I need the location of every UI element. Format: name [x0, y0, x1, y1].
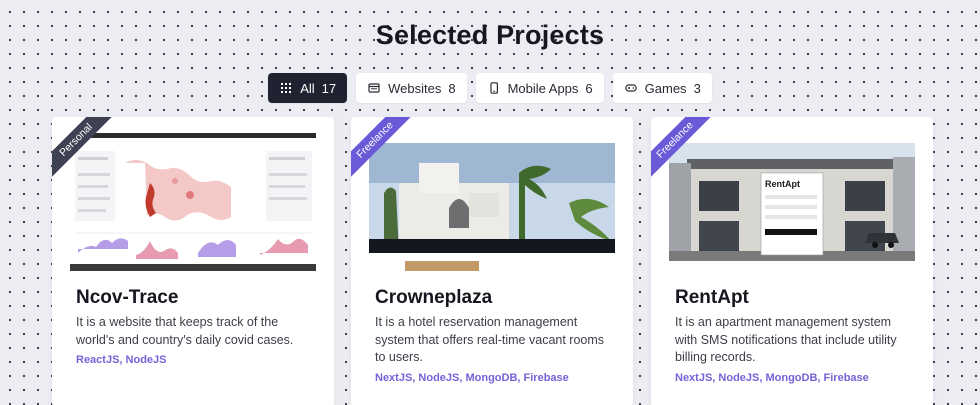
project-title: RentApt: [675, 287, 749, 308]
project-screenshot: [369, 133, 615, 271]
smartphone-icon: [488, 82, 500, 94]
project-card-rentapt[interactable]: Freelance RentApt RentApt It is an apart…: [651, 117, 933, 405]
filter-mobile-apps-button[interactable]: Mobile Apps 6: [475, 73, 604, 103]
rentapt-logo-text: RentApt: [765, 179, 800, 189]
project-description: It is a website that keeps track of the …: [76, 315, 294, 347]
project-title: Crowneplaza: [375, 287, 493, 308]
project-screenshot: RentApt: [669, 133, 915, 271]
section-title: Selected Projects: [375, 20, 605, 50]
project-tech-tags: ReactJS, NodeJS: [76, 354, 167, 366]
project-card-crowneplaza[interactable]: Freelance Crowneplaza It is a hotel rese…: [351, 117, 633, 405]
browser-window-icon: [368, 82, 380, 94]
gamepad-icon: [624, 82, 637, 94]
filter-count: 17: [321, 80, 337, 96]
filter-count: 6: [585, 80, 593, 96]
project-screenshot: [70, 133, 316, 271]
project-tech-tags: NextJS, NodeJS, MongoDB, Firebase: [675, 372, 869, 384]
filter-all-button[interactable]: All 17: [268, 73, 348, 103]
filter-count: 3: [693, 80, 701, 96]
filter-label: Games: [644, 80, 687, 96]
grid-icon: [280, 82, 292, 94]
project-title: Ncov-Trace: [76, 287, 179, 308]
project-filter-bar: All 17 Websites 8 Mobile Apps 6 Games 3: [0, 73, 980, 103]
project-description: It is an apartment management system wit…: [675, 315, 897, 364]
project-description: It is a hotel reservation management sys…: [375, 315, 605, 364]
filter-games-button[interactable]: Games 3: [612, 73, 712, 103]
project-card-ncov-trace[interactable]: Personal Ncov-Trace It is a website that…: [52, 117, 334, 405]
filter-label: Mobile Apps: [507, 80, 579, 96]
filter-label: All: [300, 80, 315, 96]
filter-count: 8: [448, 80, 456, 96]
filter-websites-button[interactable]: Websites 8: [356, 73, 467, 103]
filter-label: Websites: [388, 80, 442, 96]
project-tech-tags: NextJS, NodeJS, MongoDB, Firebase: [375, 372, 569, 384]
